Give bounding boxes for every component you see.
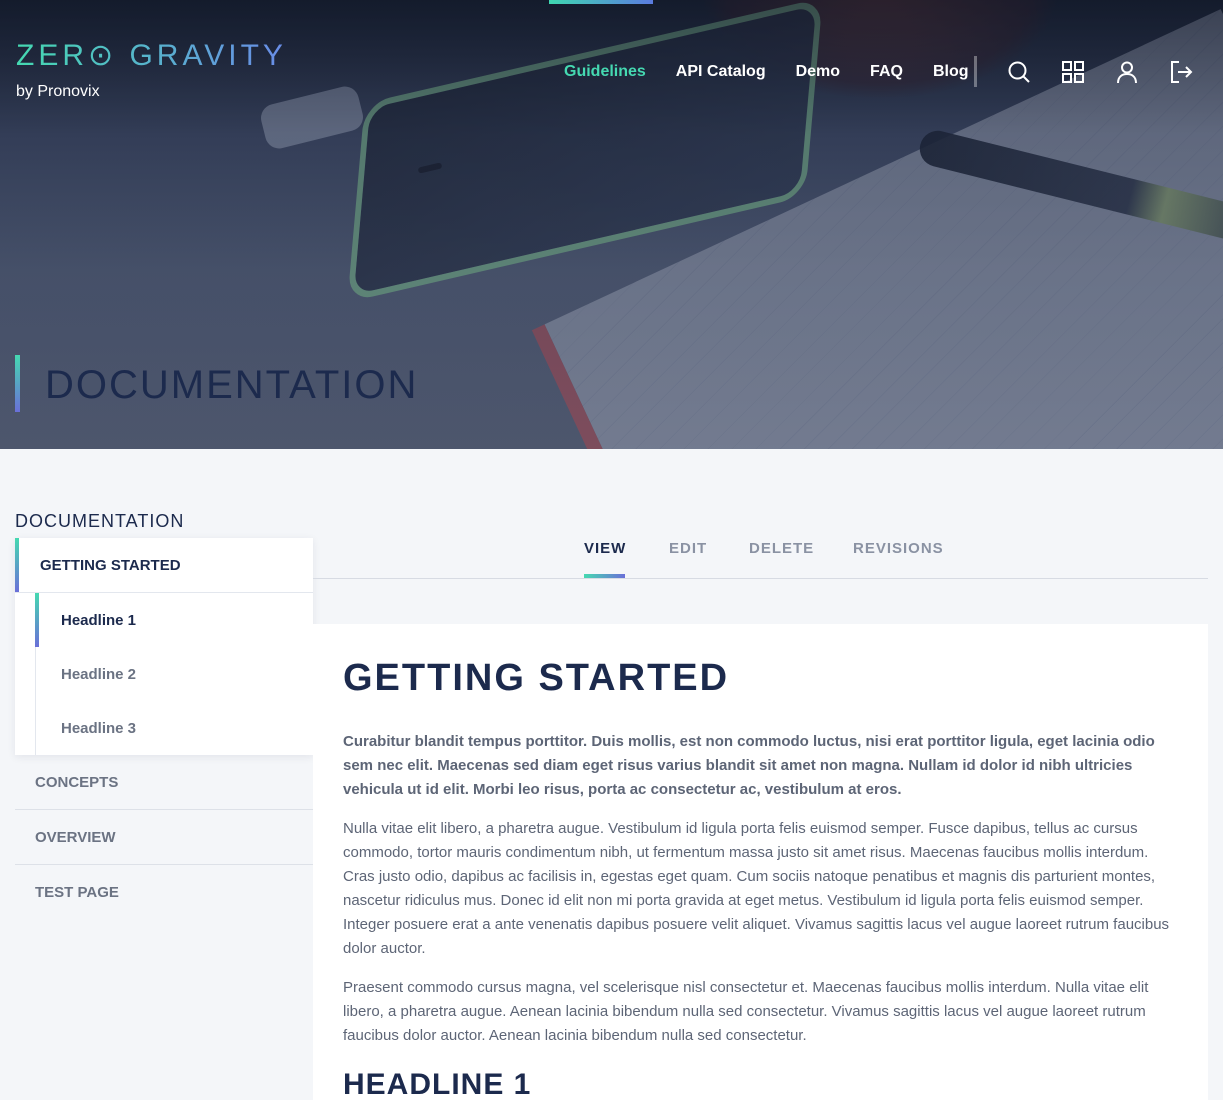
search-icon[interactable]	[1006, 59, 1032, 85]
hero-banner: ZER⊙ GRAVITY by Pronovix Guidelines API …	[0, 0, 1223, 449]
tab-revisions[interactable]: REVISIONS	[853, 540, 944, 557]
nav-link-faq[interactable]: FAQ	[870, 63, 903, 81]
hero-title-accent-bar	[15, 355, 20, 412]
nav-divider	[974, 56, 977, 87]
nav-link-demo[interactable]: Demo	[796, 63, 840, 81]
logo-wordmark: ZER⊙ GRAVITY	[16, 39, 287, 72]
user-icon[interactable]	[1114, 59, 1140, 85]
main-nav: Guidelines API Catalog Demo FAQ Blog	[564, 60, 998, 84]
article-body: GETTING STARTED Curabitur blandit tempus…	[313, 624, 1208, 1100]
nav-link-api-catalog[interactable]: API Catalog	[676, 63, 766, 81]
article-lead-paragraph: Curabitur blandit tempus porttitor. Duis…	[343, 733, 1155, 798]
sidebar-active-group: GETTING STARTED Headline 1 Headline 2 He…	[15, 538, 313, 755]
tab-view[interactable]: VIEW	[584, 540, 626, 557]
sidebar-item-concepts[interactable]: CONCEPTS	[15, 755, 313, 810]
hero-title: DOCUMENTATION	[45, 363, 419, 407]
tab-edit[interactable]: EDIT	[669, 540, 707, 557]
grid-icon[interactable]	[1060, 59, 1086, 85]
logo-byline: by Pronovix	[16, 83, 100, 100]
nav-link-blog[interactable]: Blog	[933, 63, 969, 81]
article-paragraph: Praesent commodo cursus magna, vel scele…	[343, 979, 1149, 1044]
article-headline-1: HEADLINE 1	[343, 1068, 532, 1100]
site-logo[interactable]: ZER⊙ GRAVITY by Pronovix	[16, 38, 287, 101]
content-tabs: VIEW EDIT DELETE REVISIONS	[313, 540, 1208, 579]
tab-delete[interactable]: DELETE	[749, 540, 814, 557]
article-paragraph: Nulla vitae elit libero, a pharetra augu…	[343, 820, 1170, 957]
sidebar-item-getting-started[interactable]: GETTING STARTED	[15, 538, 313, 593]
logout-icon[interactable]	[1168, 59, 1194, 85]
active-nav-top-accent	[549, 0, 653, 4]
sidebar-sub-list: Headline 1 Headline 2 Headline 3	[35, 593, 313, 755]
sidebar-subitem-headline-2[interactable]: Headline 2	[36, 647, 313, 701]
sidebar-other-sections: CONCEPTS OVERVIEW TEST PAGE	[15, 755, 313, 920]
article-title: GETTING STARTED	[343, 657, 730, 699]
active-tab-underline	[584, 574, 625, 578]
sidebar-item-overview[interactable]: OVERVIEW	[15, 810, 313, 865]
sidebar-subitem-headline-1[interactable]: Headline 1	[35, 593, 313, 647]
sidebar-heading: DOCUMENTATION	[15, 511, 185, 531]
sidebar-subitem-headline-3[interactable]: Headline 3	[36, 701, 313, 755]
sidebar-item-test-page[interactable]: TEST PAGE	[15, 865, 313, 920]
nav-link-guidelines[interactable]: Guidelines	[564, 63, 646, 81]
